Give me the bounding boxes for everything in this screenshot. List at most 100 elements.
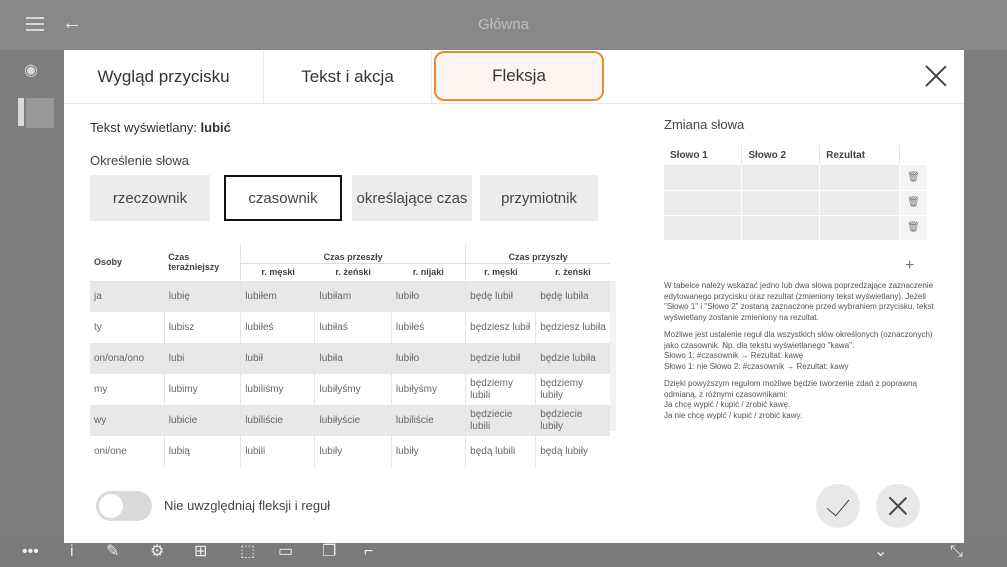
corner-icon[interactable]: ⌐: [364, 543, 373, 561]
cell[interactable]: lubiłyśmy: [314, 374, 392, 405]
cell[interactable]: lubili: [240, 436, 316, 467]
word2-input[interactable]: [741, 215, 821, 241]
cell[interactable]: będziemy lubili: [465, 374, 537, 405]
tab-text-action[interactable]: Tekst i akcja: [264, 50, 432, 104]
column-word1: Słowo 1: [664, 145, 743, 165]
help-example: Ja nie chcę wypić / kupić / zrobić kawy.: [664, 410, 803, 420]
cell[interactable]: lubiliście: [391, 405, 467, 436]
word-type-verb[interactable]: czasownik: [224, 175, 342, 221]
cell[interactable]: będzie lubiła: [535, 343, 610, 374]
table-row: 🗑: [664, 190, 928, 216]
cell[interactable]: lubiłeś: [391, 312, 467, 343]
dialog-tabs: Wygląd przycisku Tekst i akcja Fleksja: [64, 50, 964, 104]
column-result: Rezultat: [819, 145, 901, 165]
flexion-toggle[interactable]: [96, 491, 152, 521]
eye-icon[interactable]: ◉: [24, 60, 38, 80]
tab-button-appearance[interactable]: Wygląd przycisku: [64, 50, 264, 104]
cell[interactable]: lubiliście: [240, 405, 316, 436]
edit-icon[interactable]: ✎: [106, 541, 119, 561]
cell[interactable]: lubiłaś: [314, 312, 392, 343]
confirm-button[interactable]: [816, 484, 860, 528]
display-text-label: Tekst wyświetlany:: [90, 120, 197, 135]
flexion-dialog: Wygląd przycisku Tekst i akcja Fleksja T…: [64, 50, 964, 543]
result-input[interactable]: [819, 165, 901, 191]
cell[interactable]: lubią: [164, 436, 242, 467]
header-past-neut: r. nijaki: [391, 263, 466, 282]
cell[interactable]: będziemy lubiły: [536, 374, 610, 405]
table-row: ty lubisz lubiłeś lubiłaś lubiłeś będzie…: [90, 312, 610, 343]
cell[interactable]: będziecie lubili: [465, 405, 537, 436]
add-row-icon[interactable]: +: [905, 257, 914, 275]
result-input[interactable]: [819, 190, 901, 216]
app-title: Główna: [478, 16, 529, 33]
word1-input[interactable]: [664, 215, 743, 241]
cell[interactable]: będzie lubił: [465, 343, 537, 374]
grid-icon[interactable]: ⊞: [194, 541, 207, 561]
help-example: Słowo 1: nie Słowo 2: #czasownik → Rezul…: [664, 361, 849, 371]
header-future-masc: r. męski: [465, 263, 536, 282]
cell[interactable]: lubiło: [391, 343, 467, 374]
cell[interactable]: lubiło: [391, 281, 467, 312]
word2-input[interactable]: [741, 165, 821, 191]
trash-icon[interactable]: 🗑: [899, 165, 928, 191]
result-input[interactable]: [819, 215, 901, 241]
cell[interactable]: lubiłeś: [240, 312, 316, 343]
select-icon[interactable]: ⬚: [240, 541, 255, 561]
copy-icon[interactable]: ❐: [322, 541, 336, 561]
cell[interactable]: lubię: [164, 281, 242, 312]
cell[interactable]: wy: [90, 405, 165, 436]
cell[interactable]: będę lubił: [465, 281, 537, 312]
info-icon[interactable]: i: [70, 543, 74, 561]
close-icon[interactable]: [924, 64, 948, 88]
cell[interactable]: lubiliśmy: [240, 374, 316, 405]
cell[interactable]: my: [90, 374, 165, 405]
word-type-time[interactable]: określające czas: [352, 175, 472, 221]
cell[interactable]: będziesz lubiła: [536, 312, 610, 343]
table-row: oni/one lubią lubili lubiły lubiły będą …: [90, 436, 610, 467]
cell[interactable]: lubisz: [164, 312, 242, 343]
cell[interactable]: lubi: [164, 343, 242, 374]
cell[interactable]: będą lubiły: [536, 436, 610, 467]
cell[interactable]: lubiłyśmy: [391, 374, 467, 405]
cell[interactable]: lubicie: [164, 405, 242, 436]
word-type-adjective[interactable]: przymiotnik: [480, 175, 598, 221]
word-type-noun[interactable]: rzeczownik: [90, 175, 210, 221]
cell[interactable]: lubiłam: [314, 281, 392, 312]
header-persons: Osoby: [90, 243, 165, 282]
header-future-fem: r. żeński: [535, 263, 610, 282]
word2-input[interactable]: [741, 190, 821, 216]
table-row: ja lubię lubiłem lubiłam lubiło będę lub…: [90, 281, 610, 312]
trash-icon[interactable]: 🗑: [899, 190, 928, 216]
columns-icon[interactable]: ▭: [278, 541, 293, 561]
cell[interactable]: ty: [90, 312, 165, 343]
cell[interactable]: będą lubili: [465, 436, 537, 467]
collapse-icon[interactable]: ⤡: [950, 543, 963, 561]
cell[interactable]: lubimy: [164, 374, 242, 405]
cell[interactable]: będziecie lubiły: [535, 405, 610, 436]
cell[interactable]: on/ona/ono: [90, 343, 165, 374]
flexion-table: Osoby Czas teraźniejszy Czas przeszły Cz…: [90, 243, 610, 467]
cell[interactable]: lubiły: [314, 436, 392, 467]
sidebar-item[interactable]: [26, 98, 54, 128]
table-scrollbar[interactable]: [610, 281, 616, 431]
cell[interactable]: będziesz lubił: [465, 312, 537, 343]
tab-flexion[interactable]: Fleksja: [434, 51, 604, 101]
word-type-label: Określenie słowa: [90, 153, 189, 168]
cell[interactable]: lubiły: [391, 436, 467, 467]
cell[interactable]: lubiłyście: [314, 405, 392, 436]
help-paragraph: Możliwe jest ustalenie reguł dla wszystk…: [664, 330, 933, 350]
chevron-down-icon[interactable]: ⌄: [874, 541, 887, 561]
cell[interactable]: oni/one: [90, 436, 165, 467]
word1-input[interactable]: [664, 190, 743, 216]
cell[interactable]: będę lubiła: [535, 281, 610, 312]
help-paragraph: Dzięki powyższym regułom możliwe będzie …: [664, 379, 917, 399]
trash-icon[interactable]: 🗑: [899, 215, 928, 241]
word1-input[interactable]: [664, 165, 743, 191]
more-icon[interactable]: •••: [22, 543, 39, 561]
cell[interactable]: lubiła: [314, 343, 392, 374]
settings-icon[interactable]: ⚙: [150, 541, 164, 561]
cell[interactable]: ja: [90, 281, 165, 312]
cell[interactable]: lubiłem: [240, 281, 316, 312]
cell[interactable]: lubił: [240, 343, 316, 374]
cancel-button[interactable]: [876, 484, 920, 528]
